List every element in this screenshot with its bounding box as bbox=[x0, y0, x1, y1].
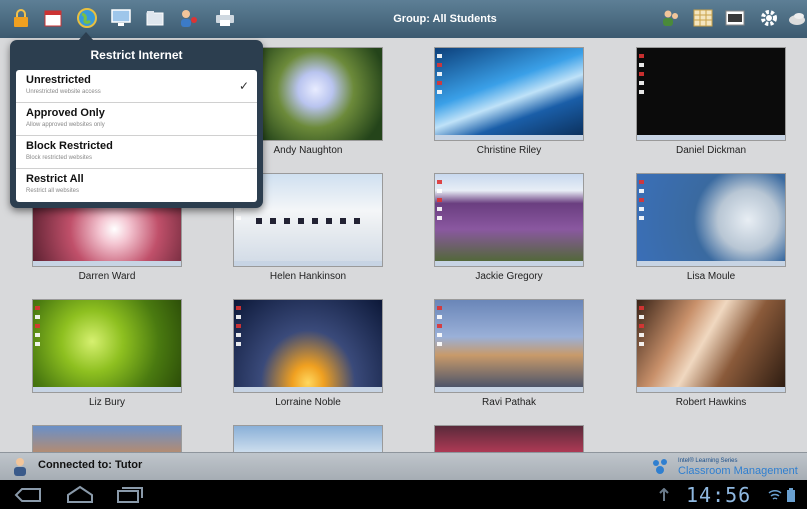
grid-icon[interactable] bbox=[692, 7, 714, 29]
student-screen-thumbnail[interactable] bbox=[636, 299, 786, 393]
back-icon[interactable] bbox=[14, 487, 42, 508]
student-name: Robert Hawkins bbox=[675, 397, 747, 408]
checkmark-icon: ✓ bbox=[238, 79, 249, 93]
student-name: Helen Hankinson bbox=[269, 271, 347, 282]
gear-icon[interactable] bbox=[758, 7, 780, 29]
student-screen-thumbnail[interactable] bbox=[434, 299, 584, 393]
top-toolbar: Group: All Students bbox=[0, 0, 807, 38]
student-name: Darren Ward bbox=[78, 271, 136, 282]
system-nav-bar: 14:56 bbox=[0, 480, 807, 509]
student-screen-thumbnail[interactable] bbox=[636, 47, 786, 141]
student-screen-thumbnail[interactable] bbox=[32, 425, 182, 452]
student-screen-thumbnail[interactable] bbox=[434, 173, 584, 267]
student-name: Jackie Gregory bbox=[475, 271, 543, 282]
restrict-internet-menu: Restrict Internet Unrestricted Unrestric… bbox=[10, 32, 263, 208]
option-label: Approved Only bbox=[26, 107, 105, 119]
student-name: Lisa Moule bbox=[686, 271, 736, 282]
student-name: Daniel Dickman bbox=[675, 145, 747, 156]
group-label[interactable]: Group: All Students bbox=[360, 0, 530, 38]
student-screen-thumbnail[interactable] bbox=[434, 47, 584, 141]
calendar-icon[interactable] bbox=[42, 7, 64, 29]
system-clock: 14:56 bbox=[686, 483, 752, 507]
student-name: Liz Bury bbox=[88, 397, 126, 408]
student-screen-thumbnail[interactable] bbox=[636, 173, 786, 267]
usb-icon bbox=[658, 487, 670, 507]
layout-icon[interactable] bbox=[724, 7, 746, 29]
option-label: Unrestricted bbox=[26, 74, 91, 86]
brand-line-1: Intel® Learning Series bbox=[678, 458, 738, 464]
lock-icon[interactable] bbox=[10, 7, 32, 29]
status-bar: Connected to: Tutor Intel® Learning Seri… bbox=[0, 452, 807, 480]
users-icon[interactable] bbox=[660, 7, 682, 29]
restriction-options: Unrestricted Unrestricted website access… bbox=[16, 70, 257, 202]
option-unrestricted[interactable]: Unrestricted Unrestricted website access… bbox=[16, 70, 257, 103]
monitor-icon[interactable] bbox=[110, 7, 132, 29]
recent-apps-icon[interactable] bbox=[116, 486, 144, 509]
option-block-restricted[interactable]: Block Restricted Block restricted websit… bbox=[16, 136, 257, 169]
menu-title: Restrict Internet bbox=[90, 48, 183, 62]
connection-status: Connected to: Tutor bbox=[38, 459, 143, 471]
brand-line-2: Classroom Management bbox=[678, 465, 798, 477]
option-label: Block Restricted bbox=[26, 140, 113, 152]
option-restrict-all[interactable]: Restrict All Restrict all websites bbox=[16, 169, 257, 202]
student-name: Lorraine Noble bbox=[275, 397, 341, 408]
option-description: Allow approved websites only bbox=[26, 122, 105, 128]
option-description: Unrestricted website access bbox=[26, 89, 101, 95]
option-label: Restrict All bbox=[26, 173, 84, 185]
home-icon[interactable] bbox=[66, 485, 94, 508]
student-screen-thumbnail[interactable] bbox=[233, 425, 383, 452]
globe-icon[interactable] bbox=[76, 7, 98, 29]
wifi-icon bbox=[768, 488, 782, 507]
folder-icon[interactable] bbox=[144, 7, 166, 29]
user-icon bbox=[12, 457, 28, 482]
student-screen-thumbnail[interactable] bbox=[233, 299, 383, 393]
users-icon[interactable] bbox=[178, 7, 200, 29]
option-description: Restrict all websites bbox=[26, 188, 80, 194]
battery-icon bbox=[786, 487, 796, 508]
option-description: Block restricted websites bbox=[26, 155, 93, 161]
student-name: Ravi Pathak bbox=[482, 397, 536, 408]
student-name: Christine Riley bbox=[476, 145, 542, 156]
printer-icon[interactable] bbox=[214, 7, 236, 29]
student-screen-thumbnail[interactable] bbox=[32, 299, 182, 393]
blank-screen-icon[interactable] bbox=[786, 7, 807, 29]
student-screen-thumbnail[interactable] bbox=[434, 425, 584, 452]
option-approved-only[interactable]: Approved Only Allow approved websites on… bbox=[16, 103, 257, 136]
intel-logo-icon bbox=[650, 457, 674, 482]
